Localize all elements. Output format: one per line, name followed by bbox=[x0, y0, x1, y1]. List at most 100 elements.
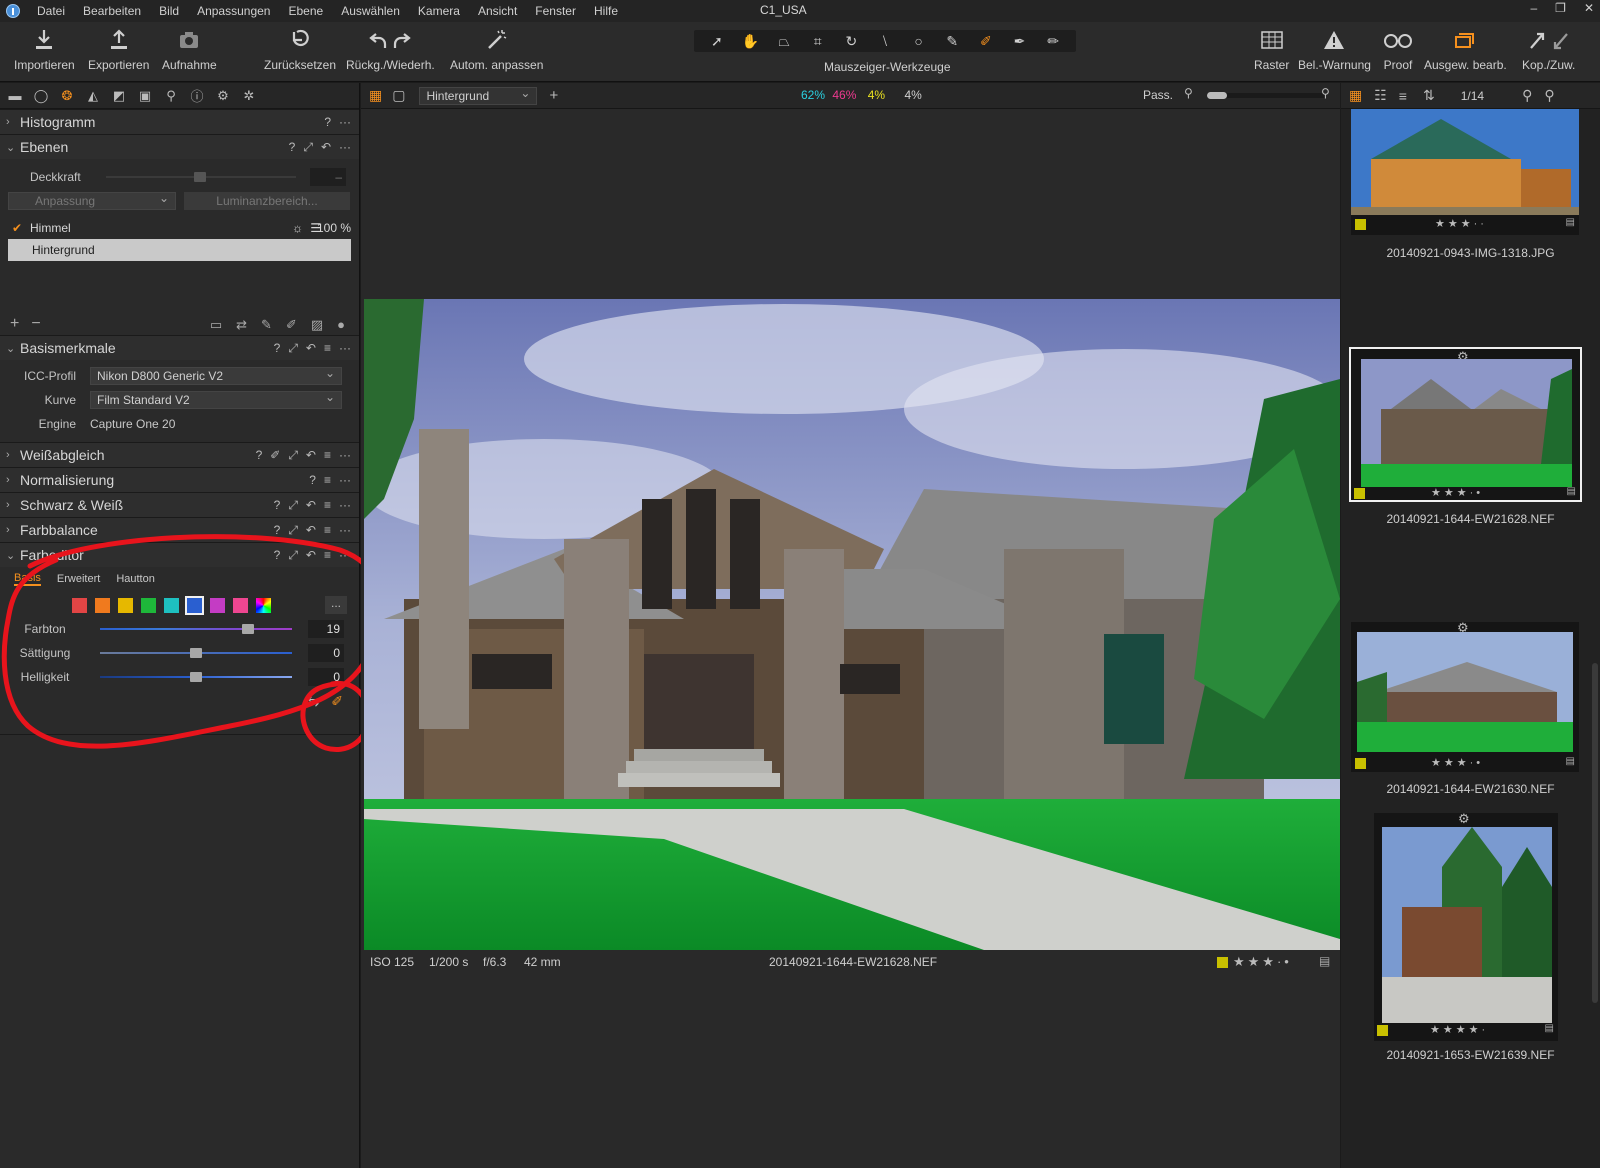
mask-icon[interactable]: ▭ bbox=[210, 317, 222, 333]
list-view-icon[interactable]: ☷ bbox=[1374, 87, 1387, 104]
more-icon[interactable]: ··· bbox=[339, 523, 351, 538]
capture-tab-icon[interactable]: ◯ bbox=[32, 88, 50, 104]
help-icon[interactable]: ? bbox=[309, 473, 316, 487]
list-icon[interactable]: ≡ bbox=[324, 498, 331, 513]
menu-ebene[interactable]: Ebene bbox=[279, 4, 332, 18]
swatch-magenta[interactable] bbox=[233, 597, 248, 613]
curve-dropdown[interactable]: Film Standard V2 bbox=[90, 390, 342, 409]
more-colors-button[interactable]: ... bbox=[325, 596, 347, 614]
thumb-3-rating[interactable]: ★★★·• bbox=[1431, 756, 1483, 769]
swatch-blue[interactable] bbox=[185, 595, 204, 615]
search-tab-icon[interactable]: ⚲ bbox=[162, 88, 180, 104]
exposure-warning-button[interactable]: Bel.-Warnung bbox=[1298, 28, 1371, 72]
more-icon[interactable]: ··· bbox=[339, 448, 351, 463]
color-picker-active-icon[interactable]: ✐ bbox=[972, 33, 1000, 50]
zoom-out-icon[interactable]: ⚲ bbox=[1184, 86, 1193, 100]
expand-icon[interactable]: ⤢ bbox=[303, 140, 313, 155]
help-icon[interactable]: ? bbox=[274, 548, 281, 563]
menu-datei[interactable]: Datei bbox=[28, 4, 74, 18]
basic-section-header[interactable]: ⌄ Basismerkmale ? ⤢ ↶ ≡ ··· bbox=[0, 335, 359, 360]
details-tab-icon[interactable]: ▣ bbox=[136, 88, 154, 104]
hue-slider[interactable] bbox=[100, 622, 292, 636]
add-layer-icon[interactable]: + bbox=[10, 315, 19, 333]
opacity-slider[interactable] bbox=[106, 170, 296, 184]
spot-icon[interactable]: ⧵ bbox=[871, 33, 899, 50]
white-balance-section-header[interactable]: › Weißabgleich ? ✐ ⤢ ↶ ≡ ··· bbox=[0, 442, 359, 467]
swatch-cyan[interactable] bbox=[164, 597, 179, 613]
radial-icon[interactable]: ● bbox=[337, 317, 345, 333]
crop-icon[interactable]: ⌗ bbox=[804, 33, 832, 50]
exposure-tab-icon[interactable]: ◭ bbox=[84, 88, 102, 104]
edit-selected-button[interactable]: Ausgew. bearb. bbox=[1424, 28, 1507, 72]
select-cursor-icon[interactable]: ➚ bbox=[703, 33, 731, 50]
info-tab-icon[interactable]: ⓘ bbox=[188, 86, 206, 105]
menu-bild[interactable]: Bild bbox=[150, 4, 188, 18]
more-icon[interactable]: ··· bbox=[339, 341, 351, 356]
help-icon[interactable]: ? bbox=[274, 523, 281, 538]
metadata-icon[interactable]: ▤ bbox=[1566, 756, 1575, 767]
more-icon[interactable]: ··· bbox=[339, 473, 351, 487]
capture-button[interactable]: Aufnahme bbox=[162, 28, 217, 72]
rotate-icon[interactable]: ↻ bbox=[837, 33, 865, 50]
lightness-slider[interactable] bbox=[100, 670, 292, 684]
help-icon[interactable]: ? bbox=[289, 140, 296, 155]
lens-tab-icon[interactable]: ◩ bbox=[110, 88, 128, 104]
annotate-pen-icon[interactable]: ✏ bbox=[1039, 33, 1067, 50]
search-icon[interactable]: ⚲ bbox=[1544, 87, 1554, 104]
layers-section-header[interactable]: ⌄ Ebenen ? ⤢ ↶ ··· bbox=[0, 134, 359, 159]
add-icon[interactable]: + bbox=[549, 87, 558, 104]
grid-button[interactable]: Raster bbox=[1254, 28, 1289, 72]
list-icon[interactable]: ≡ bbox=[324, 448, 331, 463]
menu-anpassungen[interactable]: Anpassungen bbox=[188, 4, 279, 18]
thumb-2-rating[interactable]: ★★★·• bbox=[1431, 486, 1483, 499]
reset-section-icon[interactable]: ↶ bbox=[306, 523, 316, 538]
more-icon[interactable]: ··· bbox=[339, 498, 351, 513]
settings-tab-icon[interactable]: ⚙ bbox=[214, 88, 232, 104]
main-photo[interactable] bbox=[364, 299, 1340, 950]
undo-redo-button[interactable]: Rückg./Wiederh. bbox=[346, 28, 435, 72]
layer-row-himmel[interactable]: ✔ Himmel ☼ ☰ 100 % bbox=[8, 217, 351, 239]
color-picker-icon[interactable]: ✐ bbox=[331, 693, 343, 710]
thumbnail-1[interactable]: ★★★·· ▤ bbox=[1351, 109, 1579, 235]
export-button[interactable]: Exportieren bbox=[88, 28, 149, 72]
swatch-green[interactable] bbox=[141, 597, 156, 613]
layer-select-dropdown[interactable]: Hintergrund bbox=[419, 86, 538, 105]
library-tab-icon[interactable]: ▬ bbox=[6, 88, 24, 103]
hue-value[interactable]: 19 bbox=[308, 620, 344, 638]
color-tag-yellow[interactable] bbox=[1354, 488, 1365, 499]
picker-icon[interactable]: ✐ bbox=[270, 448, 280, 463]
thumbnail-2-selected[interactable]: ⚙ ★★★·• ▤ bbox=[1349, 347, 1582, 502]
reset-section-icon[interactable]: ↶ bbox=[321, 140, 331, 155]
menu-bearbeiten[interactable]: Bearbeiten bbox=[74, 4, 150, 18]
auto-adjust-button[interactable]: Autom. anpassen bbox=[450, 28, 543, 72]
color-tab-icon[interactable]: ❂ bbox=[58, 88, 76, 104]
proof-button[interactable]: Proof bbox=[1382, 28, 1414, 72]
checkbox-checked-icon[interactable]: ✔ bbox=[8, 221, 30, 235]
menu-kamera[interactable]: Kamera bbox=[409, 4, 469, 18]
import-button[interactable]: Importieren bbox=[14, 28, 75, 72]
reset-section-icon[interactable]: ↶ bbox=[306, 341, 316, 356]
expand-icon[interactable]: ⤢ bbox=[288, 341, 298, 356]
swap-icon[interactable]: ⇄ bbox=[236, 317, 247, 333]
reset-section-icon[interactable]: ↶ bbox=[306, 448, 316, 463]
color-tag-yellow[interactable] bbox=[1217, 957, 1228, 968]
metadata-icon[interactable]: ▤ bbox=[1566, 217, 1575, 228]
minimize-button[interactable]: – bbox=[1530, 1, 1537, 15]
metadata-icon[interactable]: ▤ bbox=[1319, 954, 1330, 968]
thumbnail-3[interactable]: ⚙ ★★★·• ▤ bbox=[1351, 620, 1579, 772]
swatch-all-colors-icon[interactable] bbox=[256, 597, 271, 613]
expand-icon[interactable]: ⤢ bbox=[288, 498, 298, 513]
help-icon[interactable]: ? bbox=[256, 448, 263, 463]
histogram-section-header[interactable]: › Histogramm ? ··· bbox=[0, 109, 359, 134]
opacity-value[interactable]: – bbox=[310, 168, 346, 186]
reset-section-icon[interactable]: ↶ bbox=[306, 498, 316, 513]
brush-icon[interactable]: ✎ bbox=[938, 33, 966, 50]
close-button[interactable]: ✕ bbox=[1584, 1, 1594, 15]
saturation-slider[interactable] bbox=[100, 646, 292, 660]
zoom-icon[interactable]: ⚲ bbox=[1522, 87, 1532, 104]
metadata-icon[interactable]: ▤ bbox=[1567, 486, 1576, 497]
multi-view-icon[interactable]: ▦ bbox=[369, 87, 382, 104]
expand-icon[interactable]: ⤢ bbox=[288, 448, 298, 463]
adjustment-dropdown[interactable]: Anpassung bbox=[8, 191, 176, 210]
icc-profile-dropdown[interactable]: Nikon D800 Generic V2 bbox=[90, 366, 342, 385]
